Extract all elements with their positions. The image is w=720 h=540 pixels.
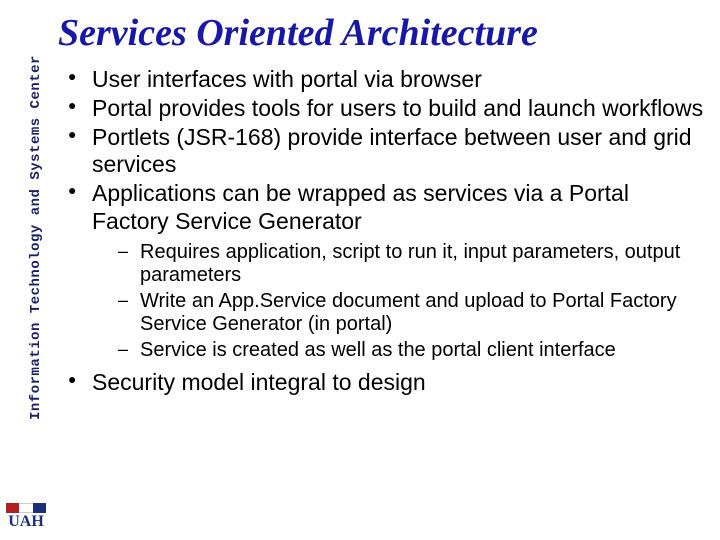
logo-stripes-icon (6, 503, 46, 513)
bullet-item: User interfaces with portal via browser (58, 66, 710, 93)
bullet-list: User interfaces with portal via browser … (58, 66, 710, 396)
logo-text: UAH (6, 514, 46, 530)
sub-bullet-item: Requires application, script to run it, … (58, 241, 710, 288)
sub-bullet-item: Write an App.Service document and upload… (58, 290, 710, 337)
sidebar-label: Information Technology and Systems Cente… (28, 55, 44, 420)
slide-title: Services Oriented Architecture (58, 0, 710, 64)
sub-bullet-item: Service is created as well as the portal… (58, 339, 710, 363)
bullet-item: Applications can be wrapped as services … (58, 180, 710, 234)
sidebar: Information Technology and Systems Cente… (0, 0, 52, 540)
sub-bullet-list: Requires application, script to run it, … (58, 241, 710, 363)
uah-logo: UAH (6, 503, 46, 530)
bullet-item: Portlets (JSR-168) provide interface bet… (58, 124, 710, 178)
content-area: Services Oriented Architecture User inte… (58, 0, 710, 540)
slide: Information Technology and Systems Cente… (0, 0, 720, 540)
bullet-item: Portal provides tools for users to build… (58, 95, 710, 122)
bullet-item: Security model integral to design (58, 369, 710, 396)
